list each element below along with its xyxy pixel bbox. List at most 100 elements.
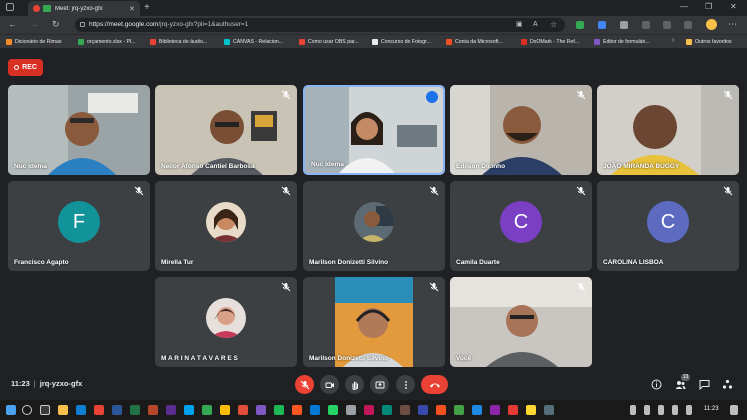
recording-badge[interactable]: REC (8, 59, 43, 76)
profile-avatar[interactable] (706, 19, 717, 30)
excel-icon[interactable] (130, 405, 140, 415)
notifications-icon[interactable] (730, 405, 738, 415)
forward-icon[interactable]: → (30, 19, 39, 30)
app-icon[interactable] (472, 405, 482, 415)
leave-call-button[interactable] (421, 375, 448, 394)
app-icon[interactable] (544, 405, 554, 415)
extension-green-icon[interactable] (576, 21, 584, 29)
bookmark-item[interactable]: CANVAS - Relacion... (224, 37, 283, 47)
extension-shield-icon[interactable] (620, 21, 628, 29)
favorites-icon[interactable] (663, 21, 671, 29)
participant-tile[interactable]: C Camila Duarte (450, 181, 592, 271)
new-tab-button[interactable]: + (144, 2, 150, 14)
tab-actions-icon[interactable] (6, 3, 14, 11)
bookmark-item[interactable]: Como usar OBS par... (299, 37, 359, 47)
minimize-icon[interactable]: — (680, 2, 688, 11)
app-icon[interactable] (526, 405, 536, 415)
app-icon[interactable] (436, 405, 446, 415)
app-icon[interactable] (256, 405, 266, 415)
start-icon[interactable] (6, 405, 16, 415)
app-icon[interactable] (238, 405, 248, 415)
network-icon[interactable] (644, 405, 650, 415)
back-icon[interactable]: ← (8, 19, 17, 30)
hang-up-icon (429, 383, 440, 387)
bookmark-item[interactable]: Conta da Microsoft... (446, 37, 503, 47)
extension-blue-icon[interactable] (598, 21, 606, 29)
participant-tile[interactable]: Edilson Dicinho (450, 85, 592, 175)
task-view-icon[interactable] (40, 405, 50, 415)
bookmark-item[interactable]: Editor de formulári... (594, 37, 650, 47)
chat-icon[interactable] (699, 379, 710, 390)
battery-icon[interactable] (672, 405, 678, 415)
participant-tile[interactable]: Marilson Donizetti Silvino (303, 277, 445, 367)
tray-chevron-icon[interactable] (630, 405, 636, 415)
app-icon[interactable] (346, 405, 356, 415)
meeting-info-icon[interactable] (651, 379, 662, 390)
participant-tile-self[interactable]: Você (450, 277, 592, 367)
edge-icon[interactable] (76, 405, 86, 415)
close-window-icon[interactable]: ✕ (730, 2, 737, 11)
participant-count-badge: 13 (681, 374, 690, 381)
other-favorites-folder[interactable]: Outros favoritos (686, 37, 732, 47)
camera-permission-icon[interactable]: ▣ (516, 19, 523, 30)
address-bar[interactable]: https://meet.google.com/jrq-yzxo-gfx?pli… (75, 18, 565, 32)
app-icon[interactable] (400, 405, 410, 415)
participant-tile[interactable]: Neilor Afonso Cantiel Barbosa (155, 85, 297, 175)
app-icon[interactable] (490, 405, 500, 415)
tab-meet[interactable]: Meet: jrq-yzxo-gfx ✕ (28, 1, 140, 16)
participant-tile[interactable]: Mirella Tur (155, 181, 297, 271)
app-icon[interactable] (274, 405, 284, 415)
participant-avatar: C (500, 201, 542, 243)
bookmark-item[interactable]: Concurso de Fotogr... (372, 37, 431, 47)
more-options-button[interactable] (396, 375, 415, 394)
app-icon[interactable] (328, 405, 338, 415)
bookmarks-overflow-icon[interactable]: › (672, 37, 674, 44)
lock-icon[interactable] (80, 22, 85, 27)
volume-icon[interactable] (658, 405, 664, 415)
file-explorer-icon[interactable] (58, 405, 68, 415)
app-icon[interactable] (292, 405, 302, 415)
participant-video (8, 85, 150, 175)
reload-icon[interactable]: ↻ (52, 19, 60, 30)
close-tab-icon[interactable]: ✕ (129, 5, 135, 13)
participant-tile[interactable]: JOÃO MIRANDA BUGGY (597, 85, 739, 175)
participant-tile[interactable]: M A R I N A T A V A R E S (155, 277, 297, 367)
app-icon[interactable] (94, 405, 104, 415)
raise-hand-button[interactable] (345, 375, 364, 394)
extensions-puzzle-icon[interactable] (642, 21, 650, 29)
bookmark-item[interactable]: DxOMark - The Ref... (521, 37, 579, 47)
app-icon[interactable] (166, 405, 176, 415)
bookmark-favicon-icon (594, 39, 600, 45)
collections-icon[interactable] (684, 21, 692, 29)
taskbar-clock[interactable]: 11:23 (704, 406, 719, 412)
app-icon[interactable] (202, 405, 212, 415)
microphone-toggle-button[interactable] (295, 375, 314, 394)
app-icon[interactable] (310, 405, 320, 415)
word-icon[interactable] (112, 405, 122, 415)
language-icon[interactable] (686, 405, 692, 415)
participant-tile-active-speaker[interactable]: Nuc Idema (303, 85, 445, 175)
favorite-star-icon[interactable]: ☆ (550, 19, 557, 30)
bookmark-item[interactable]: Biblioteca de áudio... (150, 37, 207, 47)
bookmark-item[interactable]: orçamento.xlsx - Pl... (78, 37, 135, 47)
settings-more-icon[interactable]: ⋯ (728, 19, 737, 30)
app-icon[interactable] (364, 405, 374, 415)
camera-toggle-button[interactable] (320, 375, 339, 394)
app-icon[interactable] (418, 405, 428, 415)
participant-tile[interactable]: F Francisco Agapto (8, 181, 150, 271)
read-aloud-icon[interactable]: A (533, 19, 538, 30)
chrome-icon[interactable] (220, 405, 230, 415)
participant-tile[interactable]: Nuc Idema (8, 85, 150, 175)
powerpoint-icon[interactable] (148, 405, 158, 415)
maximize-icon[interactable]: ❐ (705, 2, 712, 11)
search-icon[interactable] (22, 405, 32, 415)
present-screen-button[interactable] (370, 375, 389, 394)
app-icon[interactable] (382, 405, 392, 415)
bookmark-item[interactable]: Dicionário de Rimas (6, 37, 61, 47)
app-icon[interactable] (184, 405, 194, 415)
participant-tile[interactable]: Marilson Donizetti Silvino (303, 181, 445, 271)
participant-tile[interactable]: C CAROLINA LISBOA (597, 181, 739, 271)
activities-icon[interactable] (722, 379, 733, 390)
app-icon[interactable] (454, 405, 464, 415)
app-icon[interactable] (508, 405, 518, 415)
